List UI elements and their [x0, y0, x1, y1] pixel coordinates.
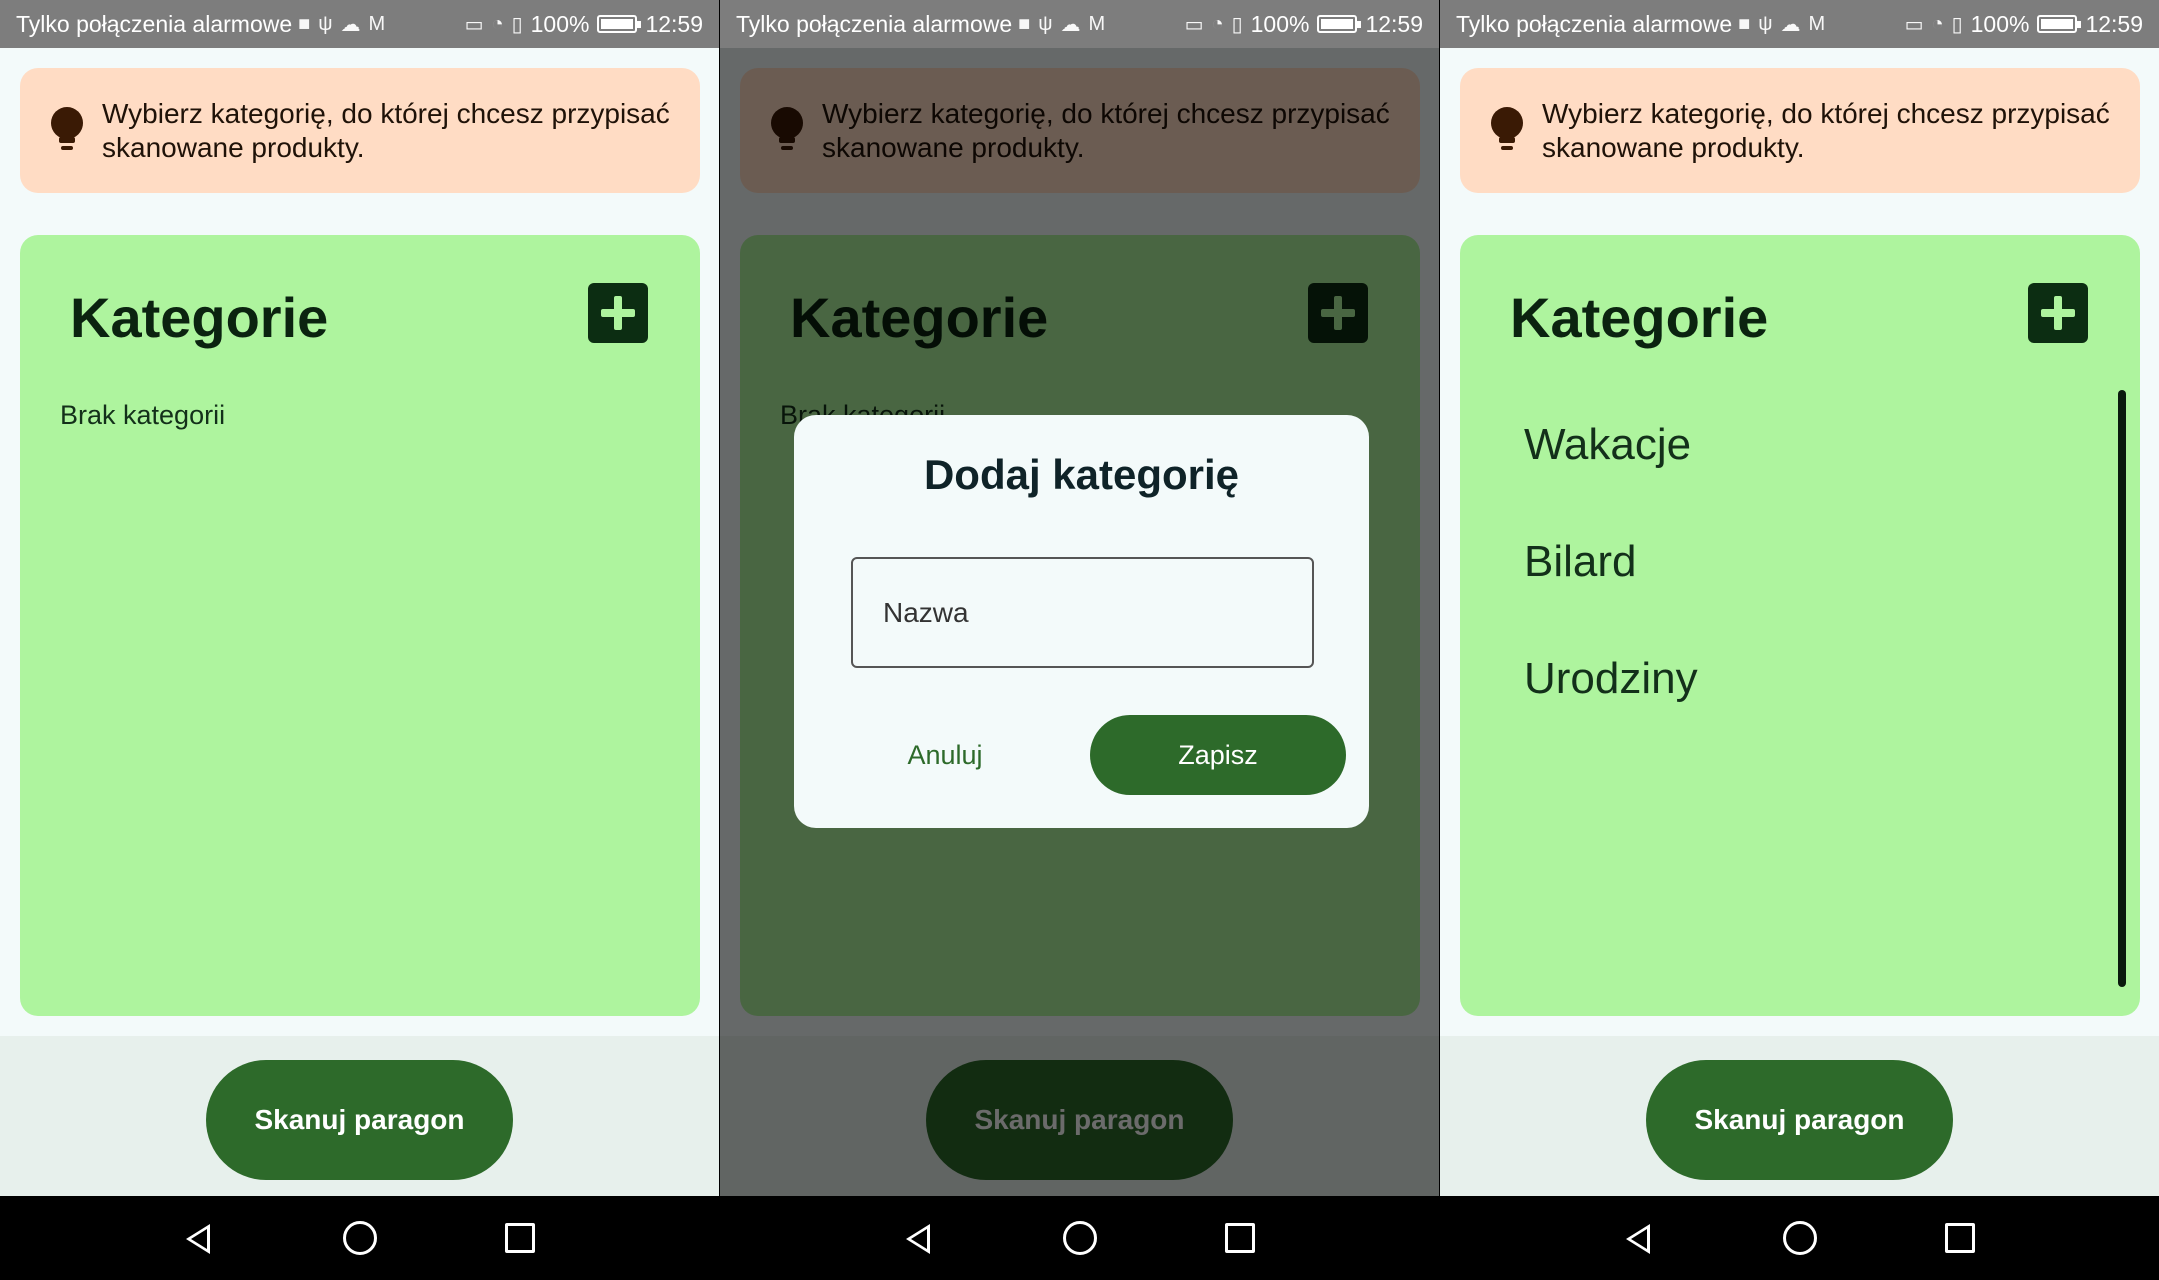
carrier-text: Tylko połączenia alarmowe — [1456, 10, 1733, 37]
status-bar: Tylko połączenia alarmowe ■ ψ ☁ M ▭ ◔ ▯ … — [1440, 0, 2159, 48]
home-icon[interactable] — [1063, 1221, 1097, 1255]
battery-fill — [2041, 19, 2074, 29]
add-category-button[interactable] — [588, 283, 648, 343]
bottom-bar: Skanuj paragon — [0, 1036, 719, 1196]
sim-icon: ▯ — [1951, 13, 1963, 36]
add-category-button[interactable] — [2028, 283, 2088, 343]
cast-icon: ▭ — [1904, 13, 1924, 36]
category-name-input[interactable]: Nazwa — [851, 557, 1314, 668]
cloud-icon: ☁ — [1060, 13, 1081, 36]
category-item[interactable]: Wakacje — [1524, 420, 1698, 537]
cast-icon: ▭ — [464, 13, 484, 36]
save-button[interactable]: Zapisz — [1090, 715, 1346, 795]
system-nav-bar — [720, 1196, 1439, 1280]
usb-icon: ψ — [1038, 12, 1053, 35]
battery-percent: 100% — [1250, 10, 1310, 37]
hint-banner: Wybierz kategorię, do której chcesz przy… — [1460, 68, 2140, 193]
battery-icon — [597, 15, 642, 33]
usb-icon: ψ — [1758, 12, 1773, 35]
camera-icon: ■ — [1738, 12, 1751, 35]
usb-icon: ψ — [318, 12, 333, 35]
clock: 12:59 — [2085, 10, 2143, 37]
clock: 12:59 — [645, 10, 703, 37]
add-category-dialog: Dodaj kategorię Nazwa Anuluj Zapisz — [794, 415, 1369, 828]
lightbulb-icon — [50, 106, 84, 155]
battery-fill — [601, 19, 634, 29]
back-icon[interactable] — [1626, 1224, 1650, 1254]
recent-apps-icon[interactable] — [505, 1223, 535, 1253]
screen-add-category-dialog: Tylko połączenia alarmowe ■ ψ ☁ M ▭ ◔ ▯ … — [720, 0, 1439, 1280]
battery-percent: 100% — [530, 10, 590, 37]
cloud-icon: ☁ — [1780, 13, 1801, 36]
clock: 12:59 — [1365, 10, 1423, 37]
battery-icon — [2037, 15, 2082, 33]
battery-fill — [1321, 19, 1354, 29]
sim-icon: ▯ — [511, 13, 523, 36]
camera-icon: ■ — [298, 12, 311, 35]
wifi-icon: ◔ — [1931, 12, 1944, 35]
category-item[interactable]: Bilard — [1524, 537, 1698, 654]
scan-receipt-button[interactable]: Skanuj paragon — [206, 1060, 513, 1180]
carrier-text: Tylko połączenia alarmowe — [16, 10, 293, 37]
categories-card: Kategorie Wakacje Bilard Urodziny — [1460, 235, 2140, 1016]
wifi-icon: ◔ — [1211, 12, 1224, 35]
recent-apps-icon[interactable] — [1225, 1223, 1255, 1253]
cloud-icon: ☁ — [340, 13, 361, 36]
hint-text: Wybierz kategorię, do której chcesz przy… — [1542, 97, 2110, 163]
cancel-button[interactable]: Anuluj — [860, 715, 1030, 795]
categories-list: Wakacje Bilard Urodziny — [1524, 420, 1698, 771]
cast-icon: ▭ — [1184, 13, 1204, 36]
scan-receipt-button[interactable]: Skanuj paragon — [1646, 1060, 1953, 1180]
empty-categories-text: Brak kategorii — [60, 400, 226, 430]
carrier-text: Tylko połączenia alarmowe — [736, 10, 1013, 37]
bottom-bar: Skanuj paragon — [1440, 1036, 2159, 1196]
home-icon[interactable] — [343, 1221, 377, 1255]
gmail-icon: M — [1088, 12, 1106, 35]
sim-icon: ▯ — [1231, 13, 1243, 36]
wifi-icon: ◔ — [491, 12, 504, 35]
gmail-icon: M — [368, 12, 386, 35]
screen-empty-categories: Tylko połączenia alarmowe ■ ψ ☁ M ▭ ◔ ▯ … — [0, 0, 719, 1280]
hint-text: Wybierz kategorię, do której chcesz przy… — [102, 97, 670, 163]
home-icon[interactable] — [1783, 1221, 1817, 1255]
status-bar: Tylko połączenia alarmowe ■ ψ ☁ M ▭ ◔ ▯ … — [720, 0, 1439, 48]
back-icon[interactable] — [186, 1224, 210, 1254]
hint-banner: Wybierz kategorię, do której chcesz przy… — [20, 68, 700, 193]
list-scrollbar[interactable] — [2118, 390, 2126, 987]
battery-percent: 100% — [1970, 10, 2030, 37]
gmail-icon: M — [1808, 12, 1826, 35]
dialog-title: Dodaj kategorię — [923, 451, 1240, 498]
categories-title: Kategorie — [70, 286, 329, 349]
recent-apps-icon[interactable] — [1945, 1223, 1975, 1253]
battery-icon — [1317, 15, 1362, 33]
category-item[interactable]: Urodziny — [1524, 654, 1698, 771]
camera-icon: ■ — [1018, 12, 1031, 35]
system-nav-bar — [0, 1196, 719, 1280]
system-nav-bar — [1440, 1196, 2159, 1280]
categories-card: Kategorie Brak kategorii — [20, 235, 700, 1016]
lightbulb-icon — [1490, 106, 1524, 155]
categories-title: Kategorie — [1510, 286, 1769, 349]
status-bar: Tylko połączenia alarmowe ■ ψ ☁ M ▭ ◔ ▯ … — [0, 0, 719, 48]
back-icon[interactable] — [906, 1224, 930, 1254]
screen-categories-list: Tylko połączenia alarmowe ■ ψ ☁ M ▭ ◔ ▯ … — [1440, 0, 2159, 1280]
